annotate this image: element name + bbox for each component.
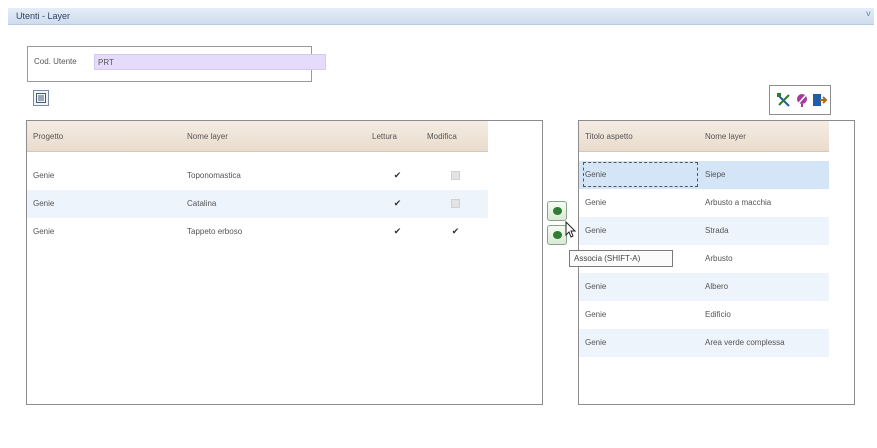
- cell-nome-layer: Arbusto: [705, 254, 733, 263]
- collapse-icon[interactable]: ˅: [866, 9, 871, 19]
- modifica-checkbox[interactable]: ✔: [451, 227, 460, 236]
- cell-titolo: Genie: [585, 282, 607, 291]
- modifica-checkbox[interactable]: [451, 171, 460, 180]
- table-row[interactable]: Genie Tappeto erboso ✔ ✔: [27, 218, 488, 246]
- col-nome-layer[interactable]: Nome layer: [705, 132, 746, 141]
- table-row[interactable]: Genie Edificio: [579, 301, 829, 329]
- cell-titolo: Genie: [585, 198, 607, 207]
- mouse-cursor-icon: [565, 221, 577, 238]
- cell-titolo: Genie: [585, 226, 607, 235]
- cell-nome-layer: Albero: [705, 282, 729, 291]
- table-row[interactable]: Genie Albero: [579, 273, 829, 301]
- focus-outline: [583, 162, 698, 187]
- window-titlebar: Utenti - Layer ˅: [8, 8, 874, 25]
- table-row[interactable]: Genie Siepe: [579, 161, 829, 189]
- user-code-group: Cod. Utente PRT: [27, 46, 326, 82]
- cell-nome-layer: Catalina: [187, 199, 217, 208]
- table-row[interactable]: Genie Toponomastica ✔: [27, 162, 488, 190]
- cell-titolo: Genie: [585, 338, 607, 347]
- tools-icon[interactable]: [776, 92, 792, 108]
- col-titolo-aspetto[interactable]: Titolo aspetto: [585, 132, 633, 141]
- col-nome-layer[interactable]: Nome layer: [187, 132, 228, 141]
- remove-button[interactable]: [547, 225, 567, 245]
- cell-nome-layer: Toponomastica: [187, 171, 241, 180]
- filter-button[interactable]: [33, 90, 49, 106]
- arrow-left-icon: [553, 207, 562, 215]
- user-code-field[interactable]: PRT: [94, 54, 326, 70]
- cell-nome-layer: Arbusto a macchia: [705, 198, 772, 207]
- col-progetto[interactable]: Progetto: [33, 132, 63, 141]
- table-row[interactable]: Genie Arbusto a macchia: [579, 189, 829, 217]
- lettura-checkbox[interactable]: ✔: [393, 199, 402, 208]
- cell-nome-layer: Area verde complessa: [705, 338, 785, 347]
- grid-header: Titolo aspetto Nome layer: [579, 121, 829, 152]
- table-row[interactable]: Genie Catalina ✔: [27, 190, 488, 218]
- assigned-layers-grid: Progetto Nome layer Lettura Modifica Gen…: [26, 120, 543, 405]
- grid-header: Progetto Nome layer Lettura Modifica: [27, 121, 488, 152]
- col-modifica[interactable]: Modifica: [427, 132, 457, 141]
- pin-icon[interactable]: [794, 92, 810, 108]
- lettura-checkbox[interactable]: ✔: [393, 227, 402, 236]
- cell-titolo: Genie: [585, 310, 607, 319]
- table-row[interactable]: Genie Strada: [579, 217, 829, 245]
- filter-icon: [36, 93, 46, 103]
- lettura-checkbox[interactable]: ✔: [393, 171, 402, 180]
- exit-icon[interactable]: [811, 92, 827, 108]
- grid-toolbar: [769, 85, 831, 115]
- cell-nome-layer: Siepe: [705, 170, 726, 179]
- cell-progetto: Genie: [33, 171, 55, 180]
- col-lettura[interactable]: Lettura: [372, 132, 397, 141]
- cell-nome-layer: Edificio: [705, 310, 731, 319]
- user-code-label: Cod. Utente: [34, 57, 77, 66]
- assign-tooltip: Associa (SHIFT-A): [569, 250, 673, 267]
- cell-nome-layer: Strada: [705, 226, 729, 235]
- cell-nome-layer: Tappeto erboso: [187, 227, 243, 236]
- cell-progetto: Genie: [33, 227, 55, 236]
- window-title: Utenti - Layer: [16, 11, 71, 21]
- arrow-right-icon: [553, 231, 562, 239]
- table-row[interactable]: Genie Area verde complessa: [579, 329, 829, 357]
- cell-progetto: Genie: [33, 199, 55, 208]
- assign-button[interactable]: [547, 201, 567, 221]
- modifica-checkbox[interactable]: [451, 199, 460, 208]
